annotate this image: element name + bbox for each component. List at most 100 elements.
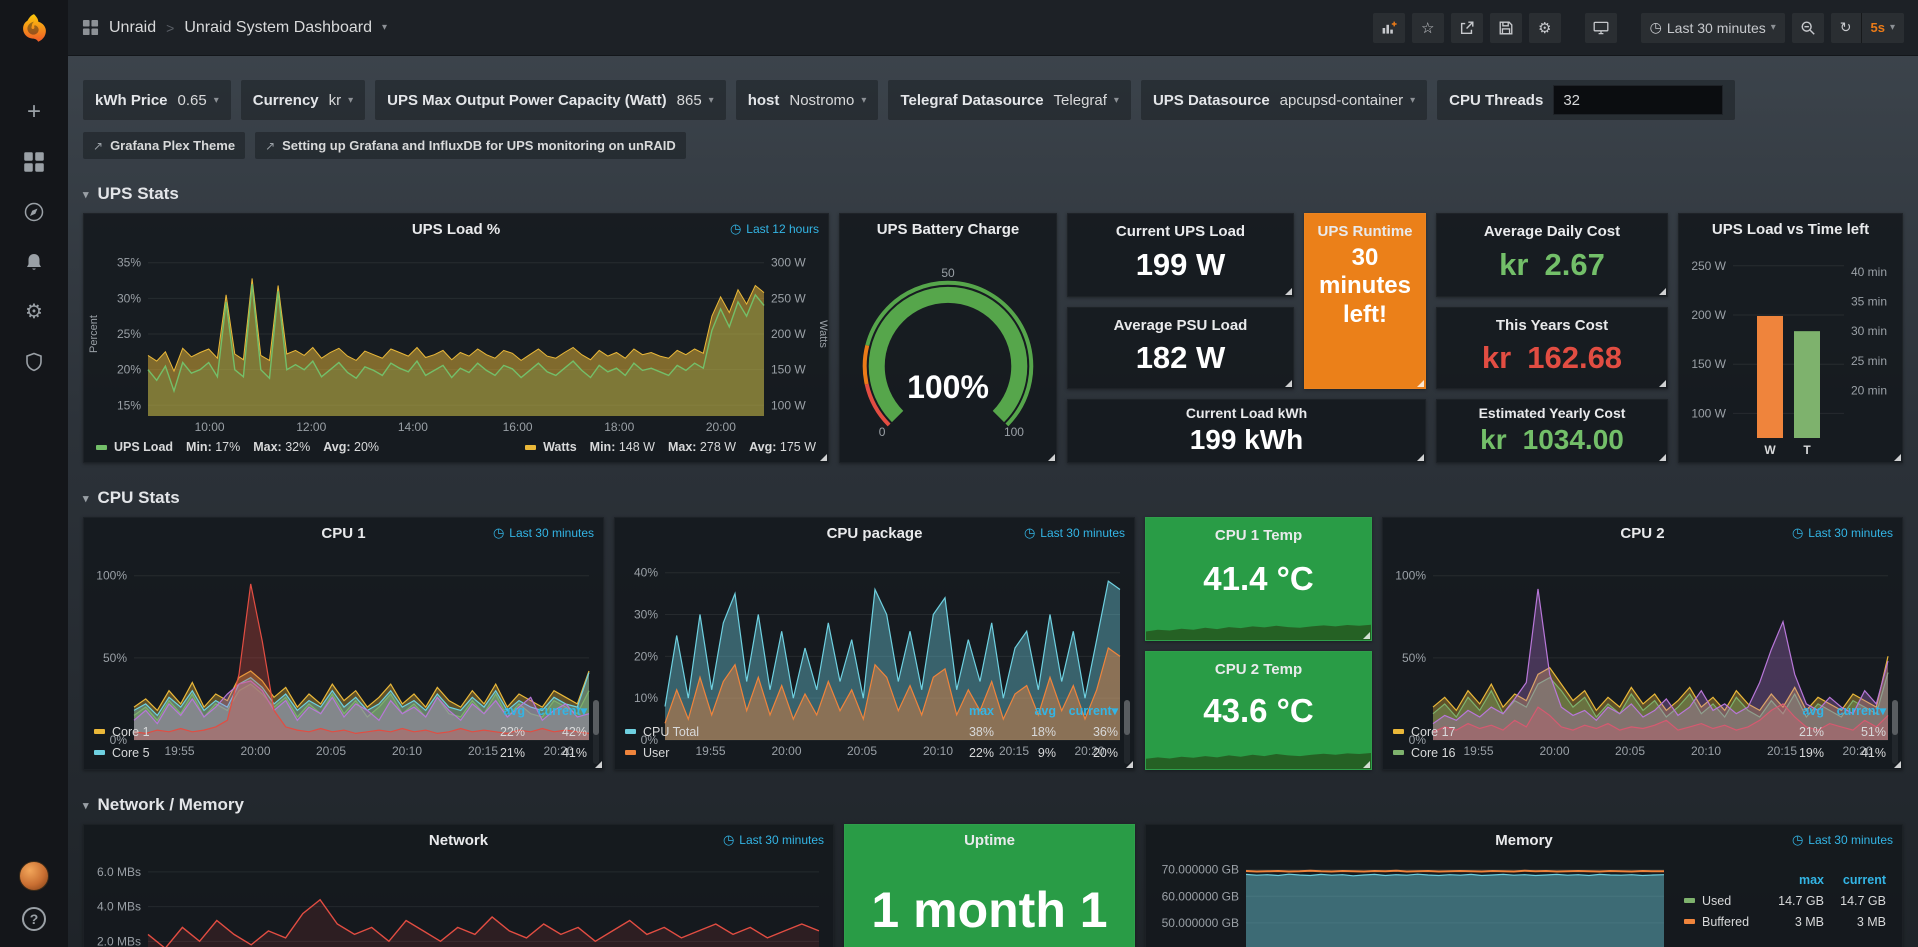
legend-swatch[interactable] <box>1393 729 1404 734</box>
ups-load-chart[interactable]: 15%20%25%30%35%100 W150 W200 W250 W300 W… <box>84 244 828 436</box>
legend-scrollbar[interactable] <box>1124 700 1130 764</box>
legend-row[interactable]: Core 521%41% <box>94 742 587 763</box>
panel-title[interactable]: Memory <box>1495 832 1553 849</box>
legend-swatch[interactable] <box>1684 898 1695 903</box>
legend-swatch[interactable] <box>94 750 105 755</box>
legend-row[interactable]: Core 122%42% <box>94 721 587 742</box>
user-avatar[interactable] <box>19 861 49 891</box>
legend-swatch[interactable] <box>625 750 636 755</box>
legend-scrollbar[interactable] <box>1892 700 1898 764</box>
refresh-button[interactable]: ↻ <box>1831 13 1861 43</box>
panel-title[interactable]: CPU 2 Temp <box>1146 661 1371 678</box>
star-button[interactable]: ☆ <box>1412 13 1444 43</box>
legend-column-avg[interactable]: avg <box>463 704 525 718</box>
legend-row[interactable]: Buffered3 MB3 MB <box>1684 911 1886 932</box>
legend-column-avg[interactable]: avg <box>1762 704 1824 718</box>
time-picker[interactable]: ◷ Last 30 minutes ▾ <box>1641 13 1785 43</box>
legend-swatch[interactable] <box>525 445 536 450</box>
section-network-memory[interactable]: ▾ Network / Memory <box>83 794 1903 816</box>
legend-item[interactable]: UPS LoadMin: 17%Max: 32%Avg: 20% <box>96 440 379 454</box>
panel-title[interactable]: UPS Load vs Time left <box>1712 221 1869 238</box>
alerting-bell-icon[interactable] <box>20 248 48 276</box>
section-ups-stats[interactable]: ▾ UPS Stats <box>83 183 1903 205</box>
section-cpu-stats[interactable]: ▾ CPU Stats <box>83 487 1903 509</box>
panel-title[interactable]: Current Load kWh <box>1068 405 1425 421</box>
panel-title[interactable]: Uptime <box>964 832 1015 849</box>
legend-series-label[interactable]: UPS Load <box>114 440 173 454</box>
variable-telegraf-datasource[interactable]: Telegraf Datasource Telegraf▾ <box>888 80 1131 120</box>
panel-title[interactable]: CPU 2 <box>1620 525 1664 542</box>
time-range-badge[interactable]: ◷ Last 30 minutes <box>1024 518 1125 548</box>
legend-row[interactable]: Used14.7 GB14.7 GB <box>1684 890 1886 911</box>
legend-swatch[interactable] <box>96 445 107 450</box>
legend-row[interactable]: User22%9%20% <box>625 742 1118 763</box>
legend-column-current[interactable]: current▾ <box>525 703 587 718</box>
dashboard-settings-button[interactable]: ⚙ <box>1529 13 1561 43</box>
legend-swatch[interactable] <box>625 729 636 734</box>
cpu-threads-input[interactable] <box>1553 85 1723 115</box>
panel-title[interactable]: Current UPS Load <box>1068 223 1293 240</box>
legend-row[interactable]: CPU Total38%18%36% <box>625 721 1118 742</box>
variable-ups-max-output[interactable]: UPS Max Output Power Capacity (Watt) 865… <box>375 80 726 120</box>
panel-title[interactable]: CPU 1 <box>321 525 365 542</box>
breadcrumb[interactable]: Unraid > Unraid System Dashboard ▾ <box>82 19 387 37</box>
battery-gauge[interactable]: 050100100% <box>840 244 1056 462</box>
legend-item[interactable]: WattsMin: 148 WMax: 278 WAvg: 175 W <box>525 440 816 454</box>
configuration-gear-icon[interactable]: ⚙ <box>20 298 48 326</box>
zoom-out-button[interactable] <box>1792 13 1824 43</box>
create-plus-icon[interactable]: + <box>20 98 48 126</box>
legend-row[interactable]: Core 1619%41% <box>1393 742 1886 763</box>
panel-title[interactable]: UPS Runtime <box>1305 223 1425 240</box>
link-grafana-plex-theme[interactable]: ↗ Grafana Plex Theme <box>83 132 245 159</box>
panel-title[interactable]: Estimated Yearly Cost <box>1437 405 1667 421</box>
legend-swatch[interactable] <box>1393 750 1404 755</box>
legend-column-max[interactable]: max <box>932 704 994 718</box>
cpu-package-chart[interactable]: 0%10%20%30%40%19:5520:0020:0520:1020:152… <box>615 548 1134 697</box>
legend-column-current[interactable]: current▾ <box>1824 703 1886 718</box>
legend-swatch[interactable] <box>94 729 105 734</box>
panel-title[interactable]: CPU package <box>827 525 923 542</box>
variable-ups-datasource[interactable]: UPS Datasource apcupsd-container▾ <box>1141 80 1427 120</box>
admin-shield-icon[interactable] <box>20 348 48 376</box>
grafana-logo[interactable] <box>17 0 51 58</box>
time-range-badge[interactable]: ◷ Last 30 minutes <box>1792 825 1893 855</box>
legend-column-current[interactable]: current▾ <box>1056 703 1118 718</box>
share-button[interactable] <box>1451 13 1483 43</box>
legend-series-label[interactable]: Watts <box>543 440 577 454</box>
time-range-badge[interactable]: ◷ Last 12 hours <box>730 214 819 244</box>
legend-column-avg[interactable]: avg <box>994 704 1056 718</box>
panel-title[interactable]: UPS Battery Charge <box>877 221 1020 238</box>
time-range-badge[interactable]: ◷ Last 30 minutes <box>1792 518 1893 548</box>
legend-swatch[interactable] <box>1684 919 1695 924</box>
memory-chart[interactable]: 50.000000 GB60.000000 GB70.000000 GB19:5… <box>1146 855 1674 947</box>
refresh-interval-button[interactable]: 5s ▾ <box>1861 13 1905 43</box>
time-range-badge[interactable]: ◷ Last 30 minutes <box>723 825 824 855</box>
variable-host[interactable]: host Nostromo▾ <box>736 80 879 120</box>
panel-title[interactable]: Average PSU Load <box>1068 317 1293 334</box>
add-panel-button[interactable] <box>1373 13 1405 43</box>
panel-title[interactable]: Network <box>429 832 488 849</box>
dashboards-icon[interactable] <box>20 148 48 176</box>
legend-column-max[interactable]: max <box>1762 873 1824 887</box>
legend-row[interactable]: Core 1721%51% <box>1393 721 1886 742</box>
ups-bars-chart[interactable]: 100 W150 W200 W250 W20 min25 min30 min35… <box>1679 244 1902 462</box>
panel-title[interactable]: Average Daily Cost <box>1437 223 1667 240</box>
save-button[interactable] <box>1490 13 1522 43</box>
legend-column-current[interactable]: current <box>1824 873 1886 887</box>
legend-scrollbar[interactable] <box>593 700 599 764</box>
tv-mode-button[interactable] <box>1585 13 1617 43</box>
variable-kwh-price[interactable]: kWh Price 0.65▾ <box>83 80 231 120</box>
variable-currency[interactable]: Currency kr▾ <box>241 80 365 120</box>
dashboard-title[interactable]: Unraid System Dashboard <box>184 19 372 37</box>
panel-title[interactable]: This Years Cost <box>1437 317 1667 334</box>
time-range-badge[interactable]: ◷ Last 30 minutes <box>493 518 594 548</box>
panel-title[interactable]: CPU 1 Temp <box>1146 527 1371 544</box>
explore-compass-icon[interactable] <box>20 198 48 226</box>
cpu1-chart[interactable]: 0%50%100%19:5520:0020:0520:1020:1520:20 <box>84 548 603 697</box>
panel-title[interactable]: UPS Load % <box>412 221 500 238</box>
network-chart[interactable]: 2.0 MBs4.0 MBs6.0 MBs19:5520:0020:0520:1… <box>84 855 833 947</box>
help-icon[interactable]: ? <box>22 907 46 931</box>
link-ups-monitoring-guide[interactable]: ↗ Setting up Grafana and InfluxDB for UP… <box>255 132 686 159</box>
breadcrumb-app[interactable]: Unraid <box>109 19 156 37</box>
cpu2-chart[interactable]: 0%50%100%19:5520:0020:0520:1020:1520:20 <box>1383 548 1902 697</box>
